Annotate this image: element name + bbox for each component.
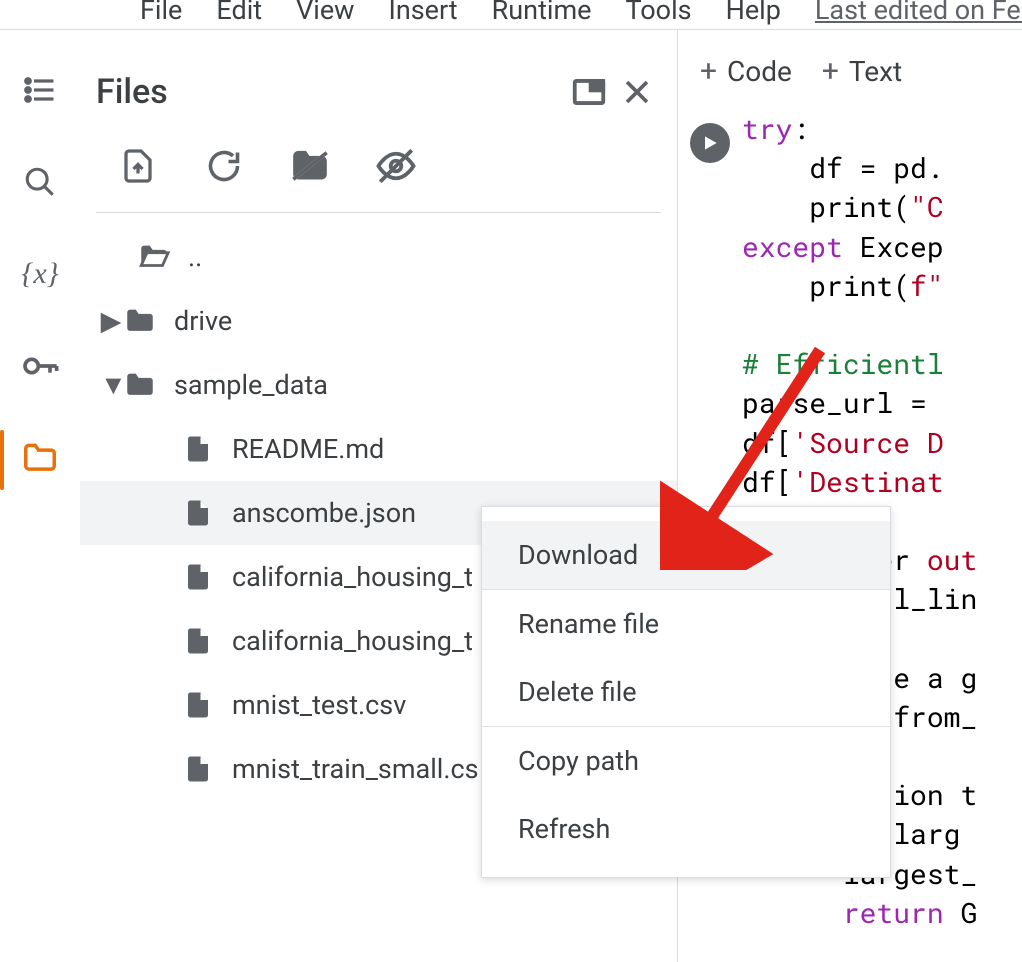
new-window-icon[interactable] [565,68,613,116]
cell-toolbar: + Code + Text [678,30,1022,109]
chevron-right-icon: ▶ [100,305,122,337]
tree-file-label: california_housing_t [232,625,473,657]
add-text-label: Text [849,55,902,88]
folder-icon [122,367,158,403]
file-icon [180,687,216,723]
file-icon [180,559,216,595]
tree-file-label: anscombe.json [232,497,416,529]
tree-folder-drive[interactable]: ▶ drive [80,289,677,353]
plus-icon: + [700,54,717,89]
tree-folder-label: sample_data [174,369,328,401]
variables-icon[interactable]: {x} [20,254,60,294]
tree-folder-label: drive [174,305,232,337]
menu-view[interactable]: View [296,0,354,26]
menu-insert[interactable]: Insert [388,0,457,26]
tree-file-label: README.md [232,433,384,465]
tree-root[interactable]: .. [80,225,677,289]
close-icon[interactable] [613,68,661,116]
tree-file-label: mnist_train_small.cs [232,753,479,785]
upload-icon[interactable] [116,144,160,188]
add-text-button[interactable]: + Text [822,54,902,89]
menu-tools[interactable]: Tools [625,0,691,26]
files-panel-title: Files [96,72,565,112]
toggle-hidden-icon[interactable] [374,144,418,188]
add-code-label: Code [727,55,792,88]
menu-edit[interactable]: Edit [216,0,262,26]
file-icon [180,623,216,659]
search-icon[interactable] [20,162,60,202]
tree-file-label: mnist_test.csv [232,689,406,721]
tree-file-label: california_housing_t [232,561,473,593]
add-code-button[interactable]: + Code [700,54,792,89]
active-tab-indicator [0,430,4,490]
menu-runtime[interactable]: Runtime [492,0,592,26]
refresh-icon[interactable] [202,144,246,188]
folder-open-icon [136,239,172,275]
mount-drive-icon[interactable] [288,144,332,188]
key-icon[interactable] [20,346,60,386]
menu-file[interactable]: File [140,0,182,26]
context-menu-rename[interactable]: Rename file [482,590,890,658]
context-menu-refresh[interactable]: Refresh [482,795,890,863]
table-of-contents-icon[interactable] [20,70,60,110]
top-menu-bar: File Edit View Insert Runtime Tools Help… [0,0,1022,30]
folder-icon[interactable] [20,438,60,478]
tree-file-readme[interactable]: README.md [80,417,677,481]
left-rail: {x} [0,30,80,962]
files-toolbar [80,124,677,212]
tree-folder-sample-data[interactable]: ▼ sample_data [80,353,677,417]
run-cell-button[interactable] [690,123,730,163]
file-icon [180,751,216,787]
context-menu-delete[interactable]: Delete file [482,658,890,726]
files-panel-header: Files [80,30,677,124]
menu-help[interactable]: Help [726,0,781,26]
plus-icon: + [822,54,839,89]
context-menu-copy-path[interactable]: Copy path [482,727,890,795]
chevron-down-icon: ▼ [100,369,122,401]
context-menu-download[interactable]: Download [482,521,890,589]
context-menu: Download Rename file Delete file Copy pa… [481,506,891,878]
file-icon [180,495,216,531]
file-icon [180,431,216,467]
last-edited-link[interactable]: Last edited on Feb [815,0,1022,26]
tree-root-label: .. [188,241,202,273]
folder-icon [122,303,158,339]
